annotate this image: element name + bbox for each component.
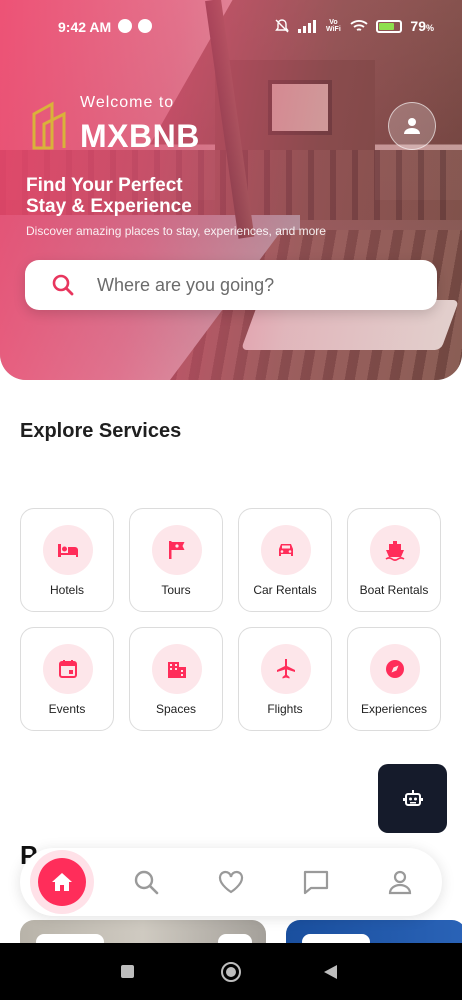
service-card-events[interactable]: Events (20, 627, 114, 731)
assistant-bot-button[interactable] (378, 764, 447, 833)
calendar-icon (59, 660, 77, 678)
wifi-icon (350, 20, 369, 31)
hero-tagline: Find Your Perfect Stay & Experience (26, 175, 192, 217)
brand-logo-icon (32, 101, 66, 150)
explore-services-title: Explore Services (20, 420, 182, 442)
building-icon (168, 662, 186, 678)
service-card-car-rentals[interactable]: Car Rentals (238, 508, 332, 612)
service-label: Boat Rentals (359, 583, 429, 597)
airplane-icon (277, 659, 295, 679)
service-label: Spaces (155, 702, 197, 716)
app-notification-icon-2 (138, 19, 152, 33)
service-card-experiences[interactable]: Experiences (347, 627, 441, 731)
service-label: Hotels (49, 583, 84, 597)
heart-icon[interactable] (217, 868, 245, 896)
service-label: Events (48, 702, 86, 716)
car-icon (279, 544, 293, 556)
service-label: Tours (161, 583, 191, 597)
service-label: Experiences (360, 702, 428, 716)
vowifi-label: Vo WiFi (326, 19, 341, 33)
home-icon (52, 873, 72, 891)
bottom-navigation (20, 848, 442, 916)
service-card-flights[interactable]: Flights (238, 627, 332, 731)
person-icon (404, 118, 420, 134)
app-screen: 9:42 AM Vo WiFi 79% Welcome to MXBNB Fin… (0, 0, 462, 1000)
search-icon[interactable] (132, 868, 160, 896)
system-home-button[interactable] (221, 962, 241, 982)
bed-icon (58, 544, 78, 557)
signal-bars-icon (298, 19, 317, 33)
system-navigation-bar (0, 943, 462, 1000)
back-button[interactable] (324, 965, 337, 979)
battery-icon (376, 19, 403, 33)
compass-icon (386, 660, 404, 678)
flag-icon (169, 541, 185, 559)
brand-name: MXBNB (80, 118, 200, 154)
app-notification-icon (118, 19, 132, 33)
search-placeholder: Where are you going? (97, 274, 275, 295)
recents-button[interactable] (121, 965, 134, 978)
search-bar[interactable]: Where are you going? (25, 260, 437, 310)
robot-icon (402, 789, 423, 806)
status-bar: 9:42 AM Vo WiFi 79% (58, 18, 434, 35)
welcome-text: Welcome to (80, 94, 175, 111)
service-card-hotels[interactable]: Hotels (20, 508, 114, 612)
profile-icon[interactable] (386, 868, 414, 896)
service-card-spaces[interactable]: Spaces (129, 627, 223, 731)
mute-bell-icon (275, 19, 290, 33)
battery-level: 79 (410, 18, 426, 34)
service-label: Flights (267, 702, 303, 716)
nav-home[interactable] (38, 858, 86, 906)
search-icon (52, 274, 74, 296)
profile-button[interactable] (388, 102, 436, 150)
service-label: Car Rentals (253, 583, 317, 597)
chat-icon[interactable] (302, 868, 330, 896)
service-card-tours[interactable]: Tours (129, 508, 223, 612)
boat-icon (385, 541, 405, 561)
hero-subtitle: Discover amazing places to stay, experie… (26, 224, 326, 238)
status-time: 9:42 AM (58, 19, 112, 35)
service-card-boat-rentals[interactable]: Boat Rentals (347, 508, 441, 612)
